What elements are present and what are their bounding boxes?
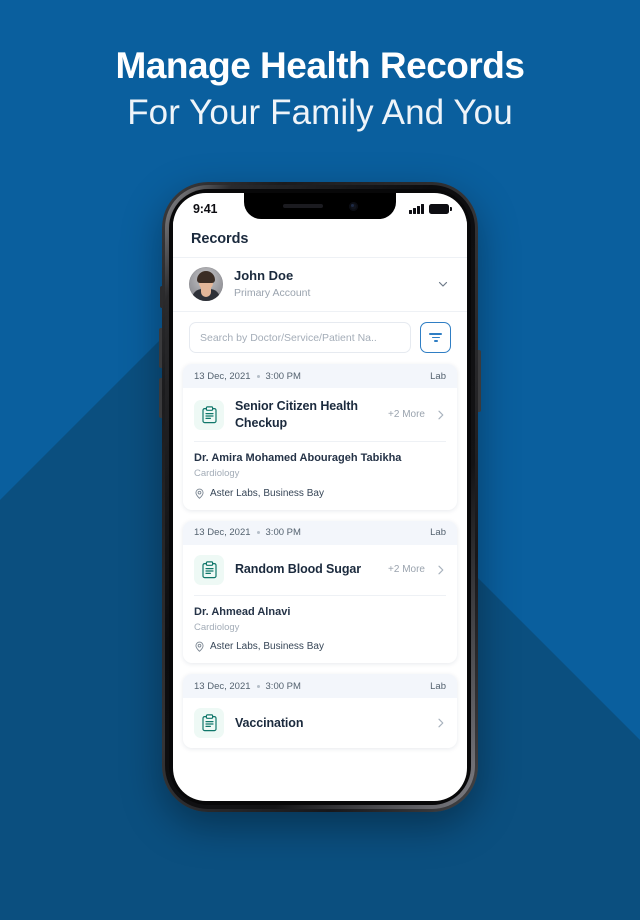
avatar	[189, 267, 223, 301]
account-subtitle: Primary Account	[234, 286, 311, 299]
search-input[interactable]	[200, 331, 400, 344]
record-service-name: Senior Citizen Health Checkup	[235, 399, 358, 430]
record-tag: Lab	[430, 370, 446, 382]
record-more-count[interactable]: +2 More	[388, 409, 425, 420]
record-tag: Lab	[430, 680, 446, 692]
record-date: 13 Dec, 2021	[194, 680, 251, 692]
search-box[interactable]	[189, 322, 411, 353]
app-header: Records	[173, 221, 467, 257]
chevron-right-icon[interactable]	[436, 716, 446, 730]
record-doctor-name: Dr. Ahmead Alnavi	[194, 605, 291, 618]
record-date: 13 Dec, 2021	[194, 370, 251, 382]
filter-button[interactable]	[420, 322, 451, 353]
headline-secondary: For Your Family And You	[127, 92, 513, 132]
battery-icon	[429, 204, 452, 214]
record-datetime: 13 Dec, 2021 3:00 PM	[194, 527, 301, 538]
record-doctor-block: Dr. Ahmead Alnavi Cardiology Aster Labs,…	[183, 596, 457, 664]
record-datetime: 13 Dec, 2021 3:00 PM	[194, 681, 301, 692]
filter-icon	[429, 332, 442, 343]
record-card-header: 13 Dec, 2021 3:00 PM Lab	[183, 674, 457, 699]
record-date: 13 Dec, 2021	[194, 527, 251, 539]
record-service-row[interactable]: Random Blood Sugar +2 More	[183, 545, 457, 595]
record-location-row: Aster Labs, Business Bay	[194, 641, 446, 652]
clipboard-icon	[194, 708, 224, 739]
phone-screen: 9:41 Records John Doe Primary Account Se…	[173, 193, 467, 801]
record-card[interactable]: 13 Dec, 2021 3:00 PM Lab	[183, 674, 457, 749]
chevron-right-icon[interactable]	[436, 408, 446, 422]
record-card-header: 13 Dec, 2021 3:00 PM Lab	[183, 364, 457, 388]
front-camera-icon	[348, 201, 358, 211]
record-service-name: Random Blood Sugar	[235, 562, 361, 577]
record-doctor-name: Dr. Amira Mohamed Abourageh Tabikha	[194, 452, 402, 464]
separator-dot-icon	[256, 684, 260, 688]
account-name: John Doe	[234, 267, 294, 283]
records-list[interactable]: 13 Dec, 2021 3:00 PM Lab Senior Citizen …	[173, 364, 467, 749]
separator-dot-icon	[256, 531, 260, 535]
page-title: Records	[191, 231, 249, 247]
record-service-row[interactable]: Senior Citizen Health Checkup +2 More	[183, 388, 457, 441]
clipboard-icon	[194, 554, 224, 585]
headline-block: Manage Health Records For Your Family An…	[0, 44, 640, 136]
chevron-right-icon[interactable]	[436, 563, 446, 577]
record-service-name: Vaccination	[235, 716, 304, 731]
power-button[interactable]	[478, 350, 481, 412]
record-location: Aster Labs, Business Bay	[210, 487, 324, 499]
search-row	[173, 312, 467, 364]
poster-canvas: Manage Health Records For Your Family An…	[0, 0, 640, 920]
status-indicators	[409, 204, 452, 214]
record-card-header: 13 Dec, 2021 3:00 PM Lab	[183, 520, 457, 545]
volume-up-button[interactable]	[159, 328, 162, 368]
record-doctor-department: Cardiology	[194, 621, 240, 633]
separator-dot-icon	[256, 374, 260, 378]
signal-bars-icon	[409, 204, 424, 214]
record-location: Aster Labs, Business Bay	[210, 641, 324, 653]
record-time: 3:00 PM	[265, 527, 301, 539]
account-switcher-row[interactable]: John Doe Primary Account	[173, 257, 467, 312]
phone-mockup: 9:41 Records John Doe Primary Account Se…	[159, 182, 481, 812]
headline-primary: Manage Health Records	[115, 45, 525, 86]
record-service-row[interactable]: Vaccination	[183, 698, 457, 748]
record-card[interactable]: 13 Dec, 2021 3:00 PM Lab	[183, 520, 457, 664]
phone-notch	[244, 193, 396, 219]
record-doctor-block: Dr. Amira Mohamed Abourageh Tabikha Card…	[183, 442, 457, 510]
record-card[interactable]: 13 Dec, 2021 3:00 PM Lab	[183, 364, 457, 510]
location-pin-icon	[194, 641, 205, 653]
volume-down-button[interactable]	[159, 378, 162, 418]
chevron-down-icon[interactable]	[437, 278, 449, 290]
record-datetime: 13 Dec, 2021 3:00 PM	[194, 371, 301, 382]
record-time: 3:00 PM	[265, 680, 301, 692]
location-pin-icon	[194, 488, 205, 499]
silent-switch-button[interactable]	[160, 286, 163, 308]
record-time: 3:00 PM	[265, 370, 301, 382]
record-more-count[interactable]: +2 More	[388, 564, 425, 575]
status-time: 9:41	[193, 202, 218, 216]
record-doctor-department: Cardiology	[194, 467, 240, 479]
account-info: John Doe Primary Account	[234, 268, 426, 301]
clipboard-icon	[194, 399, 224, 430]
record-location-row: Aster Labs, Business Bay	[194, 488, 446, 499]
record-tag: Lab	[430, 527, 446, 539]
earpiece-speaker-icon	[282, 204, 323, 208]
